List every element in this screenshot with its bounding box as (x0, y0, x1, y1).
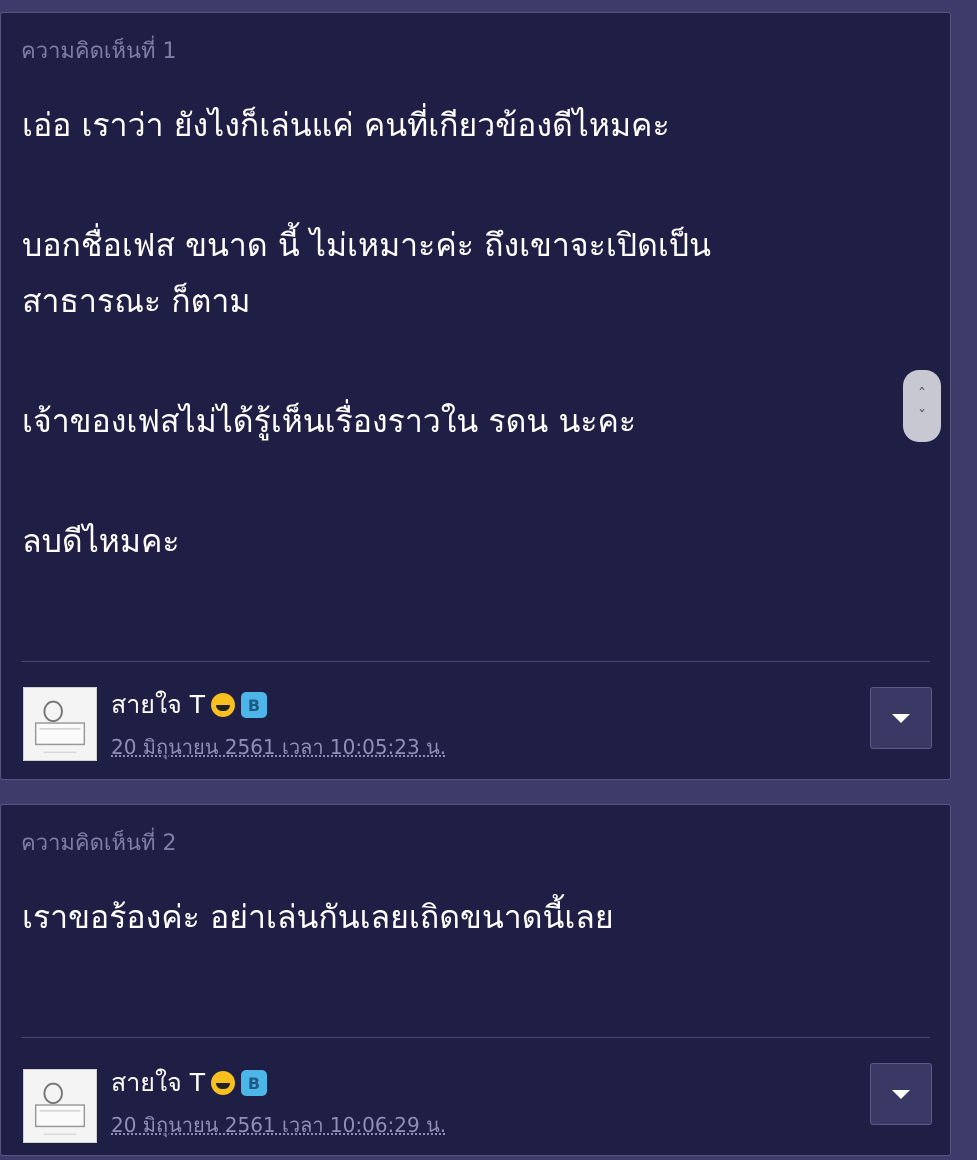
comment-menu-button[interactable] (870, 687, 932, 749)
comment-text-line: บอกชื่อเฟส ขนาด นี้ ไม่เหมาะค่ะ ถึงเขาจะ… (22, 226, 711, 264)
divider (21, 1037, 930, 1038)
author-name[interactable]: สายใจ T (111, 1063, 205, 1103)
b-badge-icon: B (241, 692, 268, 718)
laughing-face-icon (211, 693, 236, 717)
scroll-down-icon[interactable]: ˇ (918, 406, 926, 428)
caret-down-icon (892, 713, 910, 723)
comment-number: ความคิดเห็นที่ 2 (21, 831, 177, 856)
author-line: สายใจ T B (111, 1063, 268, 1103)
avatar[interactable] (23, 1069, 97, 1143)
divider (21, 661, 930, 662)
comment-text-line: ลบดีไหมคะ (22, 522, 180, 560)
comment-text-line: เราขอร้องค่ะ อย่าเล่นกันเลยเถิดขนาดนี้เล… (22, 898, 614, 936)
comment-timestamp[interactable]: 20 มิถุนายน 2561 เวลา 10:06:29 น. (111, 1109, 446, 1141)
author-line: สายใจ T B (111, 685, 268, 725)
scroll-widget[interactable]: ˆ ˇ (903, 370, 941, 442)
comments-page: ความคิดเห็นที่ 1 เอ่อ เราว่า ยังไงก็เล่น… (0, 0, 977, 1160)
comment-text-line: เอ่อ เราว่า ยังไงก็เล่นแค่ คนที่เกียวข้อ… (22, 106, 670, 144)
avatar-image (24, 688, 96, 760)
avatar-image (24, 1070, 96, 1142)
b-badge-icon: B (241, 1070, 268, 1096)
caret-down-icon (892, 1089, 910, 1099)
avatar[interactable] (23, 687, 97, 761)
comment-text-line: เจ้าของเฟสไม่ได้รู้เห็นเรื่องราวใน รดน น… (22, 402, 637, 440)
laughing-face-icon (211, 1071, 236, 1095)
author-name[interactable]: สายใจ T (111, 685, 205, 725)
comment-timestamp[interactable]: 20 มิถุนายน 2561 เวลา 10:05:23 น. (111, 731, 446, 763)
comment-card: ความคิดเห็นที่ 1 เอ่อ เราว่า ยังไงก็เล่น… (0, 12, 951, 780)
comment-text-line: สาธารณะ ก็ตาม (22, 282, 251, 320)
comment-card: ความคิดเห็นที่ 2 เราขอร้องค่ะ อย่าเล่นกั… (0, 804, 951, 1156)
scroll-up-icon[interactable]: ˆ (918, 384, 926, 406)
comment-menu-button[interactable] (870, 1063, 932, 1125)
comment-number: ความคิดเห็นที่ 1 (21, 39, 177, 64)
